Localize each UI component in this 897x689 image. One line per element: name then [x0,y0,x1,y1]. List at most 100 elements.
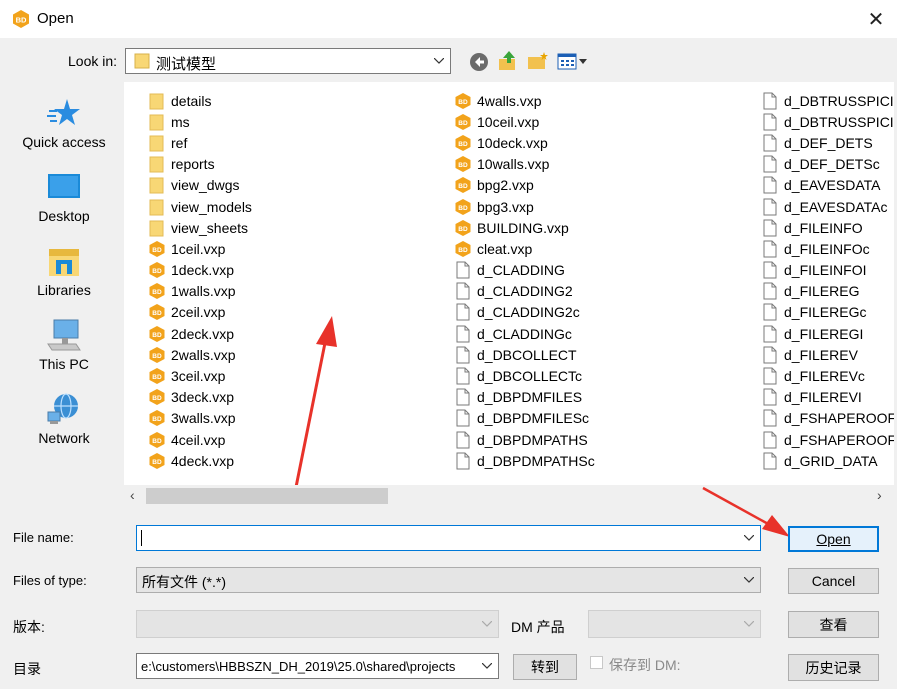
version-dropdown[interactable] [136,610,499,638]
file-item[interactable]: d_DEF_DETSc [761,154,894,175]
file-item[interactable]: BD 4deck.vxp [148,450,252,471]
blank-file-icon [456,303,470,321]
file-item[interactable]: d_DBCOLLECT [454,344,595,365]
file-item-name: view_sheets [171,219,249,236]
file-item[interactable]: BD 1ceil.vxp [148,238,252,259]
file-item[interactable]: view_dwgs [148,175,252,196]
file-item[interactable]: d_FILEREGI [761,323,894,344]
svg-text:BD: BD [152,247,162,254]
open-button[interactable]: Open [788,526,879,552]
save-to-dm-checkbox[interactable] [590,656,603,669]
file-item-name: 1deck.vxp [171,262,235,279]
cancel-button[interactable]: Cancel [788,568,879,594]
view-menu-icon[interactable] [557,53,589,71]
file-item[interactable]: BD 3ceil.vxp [148,365,252,386]
svg-text:BD: BD [458,247,468,254]
view-button[interactable]: 查看 [788,611,879,638]
file-item[interactable]: BD 10walls.vxp [454,154,595,175]
file-item[interactable]: BD 4walls.vxp [454,90,595,111]
file-item[interactable]: BD bpg3.vxp [454,196,595,217]
file-item[interactable]: d_FILEINFO [761,217,894,238]
file-item[interactable]: d_DBPDMFILES [454,387,595,408]
file-item[interactable]: BD 1walls.vxp [148,281,252,302]
back-icon[interactable] [469,52,489,72]
file-item[interactable]: d_EAVESDATA [761,175,894,196]
file-item[interactable]: BD 3deck.vxp [148,387,252,408]
look-in-dropdown[interactable]: 测试模型 [125,48,451,74]
file-item[interactable]: d_FSHAPEROOFc [761,429,894,450]
file-item[interactable]: view_models [148,196,252,217]
dm-product-dropdown[interactable] [588,610,761,638]
svg-text:BD: BD [152,268,162,275]
scroll-left-icon[interactable]: ‹ [130,487,135,503]
file-item[interactable]: d_FILEINFOI [761,260,894,281]
file-item[interactable]: d_DEF_DETS [761,132,894,153]
blank-file-icon [763,240,777,258]
goto-button[interactable]: 转到 [513,654,577,680]
file-item-name: BUILDING.vxp [477,219,569,236]
file-item[interactable]: BD 2walls.vxp [148,344,252,365]
file-item-name: d_FILEREV [784,346,858,363]
file-item-name: 10ceil.vxp [477,113,540,130]
file-item[interactable]: d_DBPDMPATHSc [454,450,595,471]
history-button[interactable]: 历史记录 [788,654,879,681]
file-item-name: 4ceil.vxp [171,431,226,448]
file-item[interactable]: BD 10ceil.vxp [454,111,595,132]
file-item[interactable]: d_FILEREVI [761,387,894,408]
computer-icon [47,319,81,351]
file-item[interactable]: d_DBPDMPATHS [454,429,595,450]
file-item[interactable]: d_FILEREV [761,344,894,365]
file-item[interactable]: d_DBTRUSSPICID [761,111,894,132]
file-item[interactable]: BD BUILDING.vxp [454,217,595,238]
file-item[interactable]: d_DBPDMFILESc [454,408,595,429]
file-type-dropdown[interactable]: 所有文件 (*.*) [136,567,761,593]
file-item[interactable]: reports [148,154,252,175]
file-item[interactable]: BD 10deck.vxp [454,132,595,153]
folder-icon [149,93,164,110]
new-folder-icon[interactable] [527,51,549,71]
file-item[interactable]: BD cleat.vxp [454,238,595,259]
file-item[interactable]: d_DBCOLLECTc [454,365,595,386]
file-item[interactable]: d_CLADDING [454,260,595,281]
file-item[interactable]: BD 1deck.vxp [148,260,252,281]
place-this-pc[interactable]: This PC [8,318,120,372]
file-item[interactable]: BD 2ceil.vxp [148,302,252,323]
file-item[interactable]: d_FILEREVc [761,365,894,386]
file-item[interactable]: d_CLADDINGc [454,323,595,344]
file-item[interactable]: d_DBTRUSSPICID [761,90,894,111]
file-item[interactable]: BD 2deck.vxp [148,323,252,344]
file-item[interactable]: d_FSHAPEROOF [761,408,894,429]
close-icon[interactable]: ✕ [862,5,890,33]
file-item[interactable]: d_GRID_DATA [761,450,894,471]
place-desktop[interactable]: Desktop [8,172,120,224]
file-list[interactable]: details ms ref reports view_dwgs view_modelsv… [124,82,894,485]
up-folder-icon[interactable] [497,50,519,72]
place-quick-access[interactable]: Quick access [8,96,120,150]
file-item[interactable]: BD 4ceil.vxp [148,429,252,450]
file-item-name: 10deck.vxp [477,134,548,151]
svg-text:BD: BD [152,416,162,423]
file-item-name: cleat.vxp [477,240,533,257]
file-item[interactable]: d_FILEREGc [761,302,894,323]
folder-icon [149,177,164,194]
file-item[interactable]: details [148,90,252,111]
svg-text:BD: BD [458,162,468,169]
svg-text:BD: BD [152,310,162,317]
place-network[interactable]: Network [8,392,120,446]
scroll-right-icon[interactable]: › [877,487,882,503]
file-item[interactable]: ms [148,111,252,132]
file-item[interactable]: d_EAVESDATAc [761,196,894,217]
file-item[interactable]: BD bpg2.vxp [454,175,595,196]
file-item[interactable]: ref [148,132,252,153]
file-item[interactable]: d_FILEINFOc [761,238,894,259]
place-libraries[interactable]: Libraries [8,246,120,298]
file-item[interactable]: d_FILEREG [761,281,894,302]
file-item[interactable]: BD 3walls.vxp [148,408,252,429]
file-item[interactable]: d_CLADDING2 [454,281,595,302]
file-item[interactable]: view_sheets [148,217,252,238]
goto-button-label: 转到 [531,659,559,675]
scroll-thumb[interactable] [146,488,388,504]
directory-dropdown[interactable]: e:\customers\HBBSZN_DH_2019\25.0\shared\… [136,653,499,679]
file-name-input[interactable] [136,525,761,551]
file-item[interactable]: d_CLADDING2c [454,302,595,323]
